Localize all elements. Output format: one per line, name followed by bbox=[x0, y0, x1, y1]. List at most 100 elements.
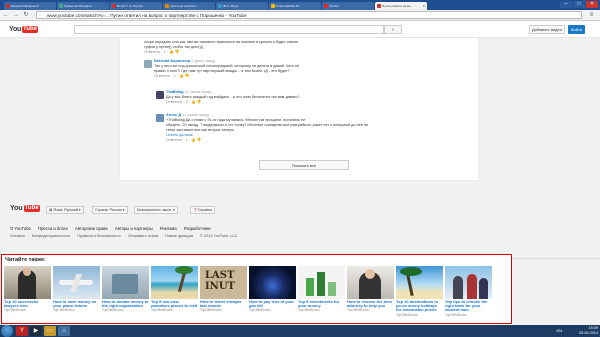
taskbar: Y ▶ ▭ ⌂ EN 15:09 25.05.2014 bbox=[0, 325, 600, 337]
students-image bbox=[445, 266, 492, 299]
logo-tube: Tube bbox=[22, 26, 38, 33]
reload-icon[interactable]: ↻ bbox=[22, 11, 30, 19]
footer-logo[interactable]: You Tube bbox=[10, 205, 40, 212]
read-also-title: Читайте также: bbox=[5, 257, 46, 263]
minimize-button[interactable]: – bbox=[560, 1, 572, 8]
ad-item[interactable]: How to choose the best attorney to help … bbox=[347, 266, 394, 322]
close-tab-icon[interactable]: × bbox=[423, 2, 425, 10]
copyright-text: © 2014 YouTube, LLC bbox=[200, 234, 238, 238]
comment-reply: Антон Д 11 часов назад +ThaBofag Да с ни… bbox=[166, 113, 376, 143]
footer-link[interactable]: Авторские права bbox=[75, 226, 108, 231]
comment-actions[interactable]: Ответить · 2 · 👍 👎 bbox=[166, 100, 366, 105]
browser-tab[interactable]: Ответы@Mail.Ru bbox=[269, 2, 321, 10]
app-icon[interactable]: ⌂ bbox=[58, 326, 70, 336]
youtube-logo[interactable]: You Tube bbox=[9, 25, 43, 34]
menu-icon[interactable]: ≡ bbox=[587, 11, 596, 19]
footer-link[interactable]: Отправить отзыв bbox=[128, 234, 158, 238]
explorer-icon[interactable]: ▭ bbox=[44, 326, 56, 336]
browser-tab[interactable]: Привычна Миндали... bbox=[57, 2, 109, 10]
avatar[interactable] bbox=[144, 60, 152, 68]
footer-link[interactable]: О YouTube bbox=[10, 226, 31, 231]
footer-link[interactable]: Конфиденциальность bbox=[32, 234, 71, 238]
help-button[interactable]: ❓Справка bbox=[190, 206, 216, 214]
palm-beach-image bbox=[396, 266, 443, 299]
attorney-image bbox=[347, 266, 394, 299]
maximize-button[interactable]: □ bbox=[573, 1, 585, 8]
search-icon: ⌕ bbox=[391, 27, 395, 33]
browser-tab[interactable]: Фото Мира bbox=[216, 2, 268, 10]
footer-link[interactable]: Правила и безопасность bbox=[77, 234, 121, 238]
ad-caption: Top 10 destinations to go on sunny holid… bbox=[396, 299, 439, 313]
favicon-icon bbox=[377, 4, 381, 8]
comment-body: обидеть. 20 назад. Т выдержали и что тол… bbox=[166, 123, 369, 132]
ad-caption: Top 10 successful lawyers ever bbox=[4, 299, 39, 309]
country-button[interactable]: Страна: Россия ▾ bbox=[92, 206, 128, 214]
comment-actions[interactable]: Ответить · 1 · 👍 👎 bbox=[144, 50, 344, 55]
ad-item[interactable]: How to donate money to the right organiz… bbox=[102, 266, 149, 322]
footer-link[interactable]: Условия bbox=[10, 234, 25, 238]
browser-tab[interactable]: ракетный акробатс... bbox=[163, 2, 215, 10]
ad-item[interactable]: How to pay less of your gas bill TopOffe… bbox=[249, 266, 296, 322]
browser-tab[interactable]: Yandex bbox=[322, 2, 374, 10]
logo-you: You bbox=[9, 26, 22, 33]
youtube-header: You Tube ⌕ Добавить видео Войти bbox=[0, 21, 600, 38]
footer-link[interactable]: Новые функции bbox=[165, 234, 193, 238]
browser-tab-active[interactable]: Путин ответил на во... × bbox=[375, 2, 427, 10]
footer-link[interactable]: Реклама bbox=[160, 226, 177, 231]
avatar[interactable] bbox=[156, 114, 164, 122]
favicon-icon bbox=[165, 4, 169, 8]
back-icon[interactable]: ← bbox=[2, 11, 10, 19]
gas-flame-image bbox=[249, 266, 296, 299]
browser-tab[interactable]: Евгения Макаровой bbox=[4, 2, 56, 10]
browser-tab[interactable]: Вот20 Т по Портал... bbox=[110, 2, 162, 10]
footer-link[interactable]: Авторы и партнеры bbox=[115, 226, 153, 231]
show-all-button[interactable]: Показать все bbox=[259, 160, 349, 170]
ad-item[interactable]: LAST INUT How to travel cheaper last minu… bbox=[200, 266, 247, 322]
comment-reply: ThaBofag 12 часов назад Да у вас блять к… bbox=[166, 90, 366, 105]
forward-icon[interactable]: → bbox=[12, 11, 20, 19]
comment-actions[interactable]: Ответить · 1 · 👍 👎 bbox=[166, 138, 376, 143]
ad-source: TopOfferBlocks bbox=[396, 312, 418, 317]
donation-image bbox=[102, 266, 149, 299]
login-button[interactable]: Войти bbox=[568, 25, 585, 34]
browser-tabstrip: Евгения Макаровой Привычна Миндали... Во… bbox=[0, 0, 600, 10]
footer-link[interactable]: Пресса и блоги bbox=[38, 226, 68, 231]
screen: Евгения Макаровой Привычна Миндали... Во… bbox=[0, 0, 600, 337]
footer-logo-tube: Tube bbox=[23, 205, 40, 212]
upload-button[interactable]: Добавить видео bbox=[529, 25, 565, 34]
comment-author[interactable]: ThaBofag bbox=[166, 90, 184, 94]
favicon-icon bbox=[112, 4, 116, 8]
comment-author[interactable]: Евгения Борисятце bbox=[154, 59, 191, 63]
close-window-button[interactable]: ✕ bbox=[586, 1, 598, 8]
safety-button[interactable]: Безопасность: выкл. ▾ bbox=[134, 206, 178, 214]
ad-caption: Top tips to choose the right bank for yo… bbox=[445, 299, 488, 313]
comment-time: 11 часов назад bbox=[182, 113, 209, 117]
avatar[interactable] bbox=[156, 91, 164, 99]
page-icon: ▫ bbox=[39, 13, 41, 18]
ad-item[interactable]: Top tips to choose the right bank for yo… bbox=[445, 266, 492, 322]
search-button[interactable]: ⌕ bbox=[384, 25, 402, 34]
language-label: Язык: Русский bbox=[53, 208, 78, 212]
ad-source: TopOfferBlocks bbox=[151, 308, 173, 313]
address-bar[interactable]: ▫ www.youtube.com/watch?v=... Путин отве… bbox=[36, 11, 582, 19]
clock[interactable]: 15:09 25.05.2014 bbox=[579, 325, 598, 337]
ad-item[interactable]: Top 5 investments for your money TopOffe… bbox=[298, 266, 345, 322]
search-input[interactable] bbox=[74, 25, 384, 34]
ad-source: TopOfferBlocks bbox=[102, 308, 124, 313]
ad-item[interactable]: Top 5 low-cost paradises places to visit… bbox=[151, 266, 198, 322]
airplane-image bbox=[53, 266, 100, 299]
language-indicator[interactable]: EN bbox=[556, 328, 562, 333]
yandex-browser-icon[interactable]: Y bbox=[16, 326, 28, 336]
window-controls: – □ ✕ bbox=[559, 1, 598, 8]
media-player-icon[interactable]: ▶ bbox=[30, 326, 42, 336]
ad-item[interactable]: Top 10 successful lawyers ever TopOfferB… bbox=[4, 266, 51, 322]
ad-item[interactable]: How to save money on your plane tickets … bbox=[53, 266, 100, 322]
ad-caption: How to travel cheaper last minute bbox=[200, 299, 242, 309]
comment-author[interactable]: Антон Д bbox=[166, 113, 181, 117]
language-button[interactable]: ▤ Язык: Русский ▾ bbox=[46, 206, 84, 214]
comment-actions[interactable]: Ответить · 1 · 👍 👎 bbox=[154, 74, 354, 79]
url-text: www.youtube.com/watch?v=... Путин ответи… bbox=[47, 13, 247, 18]
start-button[interactable] bbox=[1, 325, 13, 337]
ad-item[interactable]: Top 10 destinations to go on sunny holid… bbox=[396, 266, 443, 322]
footer-link[interactable]: Разработчики bbox=[184, 226, 211, 231]
